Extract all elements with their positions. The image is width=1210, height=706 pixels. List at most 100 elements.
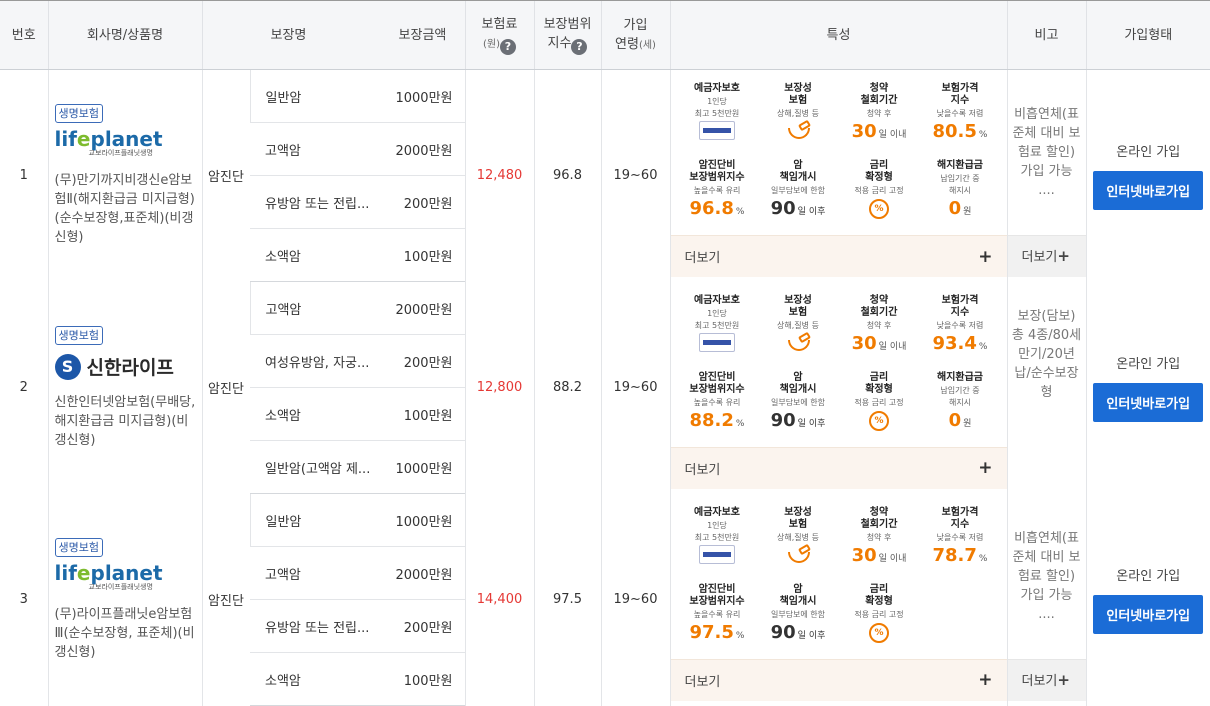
plus-icon: + (978, 670, 992, 690)
feature-withdraw: 청약 철회기간 청약 후 30일 이내 (839, 70, 920, 147)
feature-cancer-range: 암진단비 보장범위지수 높을수록 유리 96.8% (677, 147, 758, 235)
coverage-name: 소액암100만원 (250, 229, 465, 282)
coverage-amount: 200만원 (404, 617, 453, 636)
memo-more-toggle[interactable]: 더보기+ (1008, 659, 1086, 701)
coverage-name: 고액암2000만원 (250, 282, 465, 335)
join-cell: 온라인 가입 인터넷바로가입 (1086, 494, 1210, 706)
feature-cell: 예금자보호 1인당 최고 5천만원 보장성 보험 상해,질병 등 청약 철회기간 (670, 70, 1007, 282)
header-feature: 특성 (670, 1, 1007, 70)
coverage-name: 고액암2000만원 (250, 547, 465, 600)
memo-text: 비흡연체(표준체 대비 보험료 할인) 가입 가능 .... (1008, 494, 1086, 659)
feature-grid: 예금자보호 1인당 최고 5천만원 보장성 보험 상해,질병 등 청약 철회기간 (671, 282, 1007, 447)
feature-grid: 예금자보호 1인당 최고 5천만원 보장성 보험 상해,질병 등 청약 철회기간 (671, 70, 1007, 235)
feature-start: 암 책임개시 일부담보에 한함 90일 이후 (758, 359, 839, 447)
age-range: 19~60 (601, 70, 670, 282)
coverage-name: 일반암1000만원 (250, 494, 465, 547)
header-memo: 비고 (1007, 1, 1086, 70)
coverage-amount: 200만원 (404, 193, 453, 212)
plus-icon: + (978, 458, 992, 478)
deposit-protection-badge-icon (699, 333, 735, 352)
medicine-bowl-icon (787, 334, 809, 352)
feature-guarantee: 보장성 보험 상해,질병 등 (758, 282, 839, 359)
product-cell: 생명보험 S 신한라이프 신한인터넷암보험(무배당, 해지환급금 미지급형)(비… (48, 282, 202, 494)
coverage-name: 유방암 또는 전립...200만원 (250, 176, 465, 229)
feature-more-toggle[interactable]: 더보기 + (671, 447, 1007, 489)
medicine-bowl-icon (787, 122, 809, 140)
coverage-name: 일반암 1000만원 (250, 70, 465, 123)
feature-rate: 금리 확정형 적용 금리 고정 % (839, 571, 920, 659)
coverage-amount: 200만원 (404, 352, 453, 371)
age-range: 19~60 (601, 494, 670, 706)
plus-icon: + (978, 247, 992, 267)
question-mark-icon[interactable]: ? (571, 39, 587, 55)
internet-join-button[interactable]: 인터넷바로가입 (1093, 383, 1203, 422)
plus-icon: + (1057, 671, 1070, 689)
table-row: 2 생명보험 S 신한라이프 신한인터넷암보험(무배당, 해지환급금 미지급형)… (0, 282, 1210, 335)
premium-value: 12,800 (465, 282, 534, 494)
coverage-amount: 100만원 (404, 405, 453, 424)
product-name[interactable]: (무)라이프플래닛e암보험Ⅲ(순수보장형, 표준체)(비갱신형) (55, 605, 196, 662)
coverage-amount: 100만원 (404, 670, 453, 689)
feature-start: 암 책임개시 일부담보에 한함 90일 이후 (758, 147, 839, 235)
category-tag: 생명보험 (55, 326, 103, 345)
company-logo[interactable]: lifeplanet 교보라이프플래닛생명 (55, 563, 196, 593)
question-mark-icon[interactable]: ? (500, 39, 516, 55)
range-index: 96.8 (534, 70, 601, 282)
memo-more-toggle[interactable]: 더보기+ (1008, 235, 1086, 277)
category-tag: 생명보험 (55, 538, 103, 557)
internet-join-button[interactable]: 인터넷바로가입 (1093, 171, 1203, 210)
join-cell: 온라인 가입 인터넷바로가입 (1086, 282, 1210, 494)
deposit-protection-badge-icon (699, 121, 735, 140)
company-logo[interactable]: lifeplanet 교보라이프플래닛생명 (55, 129, 196, 159)
feature-refund: 해지환급금 납입기간 중 해지시 0원 (920, 147, 1001, 235)
medicine-bowl-icon (787, 546, 809, 564)
join-cell: 온라인 가입 인터넷바로가입 (1086, 70, 1210, 282)
product-name[interactable]: 신한인터넷암보험(무배당, 해지환급금 미지급형)(비갱신형) (55, 393, 196, 450)
feature-more-toggle[interactable]: 더보기 + (671, 659, 1007, 701)
memo-cell: 보장(담보) 총 4종/80세만기/20년납/순수보장형 (1007, 282, 1086, 494)
coverage-amount: 1000만원 (395, 87, 452, 106)
online-join-label: 온라인 가입 (1087, 565, 1210, 584)
table-header-row: 번호 회사명/상품명 보장명 보장금액 보험료(원)? 보장범위지수? 가입연령… (0, 1, 1210, 70)
header-range: 보장범위지수? (534, 1, 601, 70)
row-number: 2 (0, 282, 48, 494)
range-index: 88.2 (534, 282, 601, 494)
memo-cell: 비흡연체(표준체 대비 보험료 할인) 가입 가능 .... 더보기+ (1007, 70, 1086, 282)
feature-more-toggle[interactable]: 더보기 + (671, 235, 1007, 277)
header-company: 회사명/상품명 (48, 1, 202, 70)
feature-start: 암 책임개시 일부담보에 한함 90일 이후 (758, 571, 839, 659)
premium-value: 14,400 (465, 494, 534, 706)
coverage-amount: 100만원 (404, 246, 453, 265)
row-number: 1 (0, 70, 48, 282)
category-tag: 생명보험 (55, 104, 103, 123)
coverage-name: 소액암100만원 (250, 388, 465, 441)
header-age: 가입연령(세) (601, 1, 670, 70)
row-number: 3 (0, 494, 48, 706)
online-join-label: 온라인 가입 (1087, 353, 1210, 372)
insurance-comparison-table: 번호 회사명/상품명 보장명 보장금액 보험료(원)? 보장범위지수? 가입연령… (0, 0, 1210, 706)
feature-cell: 예금자보호 1인당 최고 5천만원 보장성 보험 상해,질병 등 청약 철회기간 (670, 282, 1007, 494)
plus-icon: + (1057, 247, 1070, 265)
coverage-type: 암진단 (202, 494, 250, 706)
feature-withdraw: 청약 철회기간 청약 후 30일 이내 (839, 494, 920, 571)
coverage-amount: 2000만원 (395, 140, 452, 159)
coverage-name: 여성유방암, 자궁...200만원 (250, 335, 465, 388)
age-range: 19~60 (601, 282, 670, 494)
percent-circle-icon: % (869, 199, 889, 219)
feature-price: 보험가격 지수 낮을수록 저렴 93.4% (920, 282, 1001, 359)
internet-join-button[interactable]: 인터넷바로가입 (1093, 595, 1203, 634)
product-name[interactable]: (무)만기까지비갱신e암보험Ⅱ(해지환급금 미지급형)(순수보장형,표준체)(비… (55, 171, 196, 247)
coverage-name: 일반암(고액암 제...1000만원 (250, 441, 465, 494)
coverage-name: 유방암 또는 전립...200만원 (250, 600, 465, 653)
feature-cancer-range: 암진단비 보장범위지수 높을수록 유리 97.5% (677, 571, 758, 659)
feature-guarantee: 보장성 보험 상해,질병 등 (758, 494, 839, 571)
feature-withdraw: 청약 철회기간 청약 후 30일 이내 (839, 282, 920, 359)
range-index: 97.5 (534, 494, 601, 706)
feature-deposit: 예금자보호 1인당 최고 5천만원 (677, 494, 758, 571)
coverage-type: 암진단 (202, 70, 250, 282)
coverage-type: 암진단 (202, 282, 250, 494)
coverage-amount: 1000만원 (395, 458, 452, 477)
memo-text: 비흡연체(표준체 대비 보험료 할인) 가입 가능 .... (1008, 70, 1086, 235)
company-logo[interactable]: S 신한라이프 (55, 353, 196, 381)
feature-deposit: 예금자보호 1인당 최고 5천만원 (677, 70, 758, 147)
